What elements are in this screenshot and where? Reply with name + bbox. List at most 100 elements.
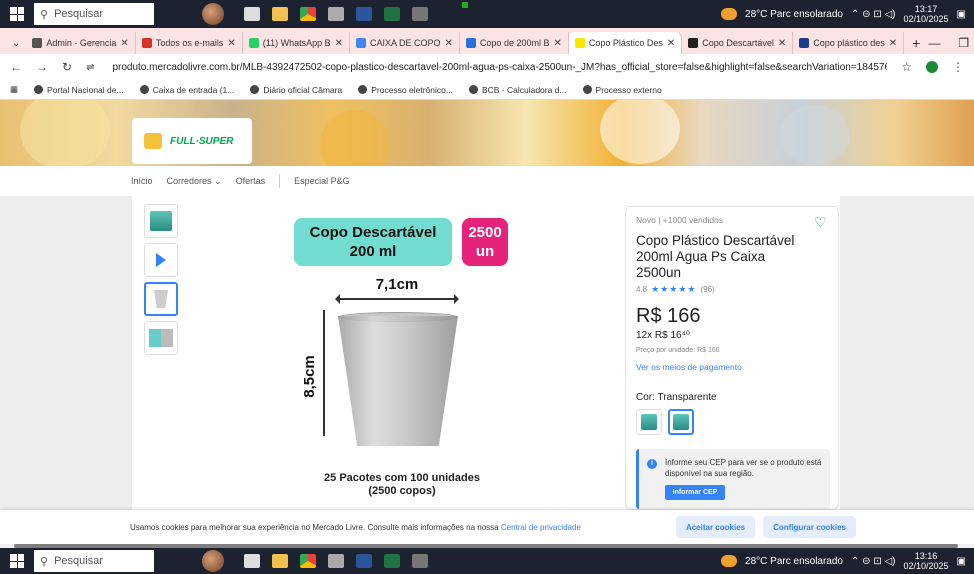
notification-indicator [462,2,468,8]
bookmark-star-icon[interactable]: ☆ [901,60,912,74]
browser-tab[interactable]: Todos os e-mails ✕ [136,32,243,54]
clock-bottom[interactable]: 13:16 02/10/2025 [904,551,949,571]
configure-cookies-button[interactable]: Configurar cookies [763,516,856,538]
tab-favicon-icon [799,38,810,48]
word-icon[interactable] [356,554,372,568]
tab-search-icon[interactable]: ⌄ [6,32,26,54]
browser-tab[interactable]: Copo Descartável ✕ [682,32,794,54]
file-explorer-icon[interactable] [272,554,288,568]
bookmark-item[interactable]: BCB - Calculadora d... [468,85,567,95]
weather-text[interactable]: 28°C Parc ensolarado [745,9,843,20]
selected-color: Transparente [657,392,717,403]
tab-close-icon[interactable]: ✕ [335,38,343,49]
chrome-icon[interactable] [300,554,316,568]
excel-icon[interactable] [384,554,400,568]
tray-icons[interactable]: ⌃ ⊝ ⊡ ◁) [851,9,896,20]
tab-close-icon[interactable]: ✕ [667,38,675,49]
color-swatch-transparente[interactable] [668,409,694,435]
taskbar-apps [244,7,428,21]
bookmark-item[interactable]: Caixa de entrada (1... [139,85,234,95]
subnav-inicio[interactable]: Início [131,176,153,186]
taskbar-avatar-icon-bottom[interactable] [202,550,224,572]
minimize-button[interactable]: — [928,36,940,50]
browser-tab[interactable]: (11) WhatsApp B ✕ [243,32,350,54]
privacy-link[interactable]: Central de privacidade [501,523,581,532]
weather-text[interactable]: 28°C Parc ensolarado [745,556,843,567]
thumbnail-video[interactable] [144,243,178,277]
bookmark-label: Diário oficial Câmara [263,84,343,95]
windows-start-button[interactable] [0,0,34,28]
app-icon[interactable] [328,554,344,568]
tray-icons[interactable]: ⌃ ⊝ ⊡ ◁) [851,556,896,567]
menu-icon[interactable]: ⋮ [952,60,964,74]
chrome-icon[interactable] [300,7,316,21]
task-view-icon[interactable] [244,7,260,21]
file-explorer-icon[interactable] [272,7,288,21]
store-brand-card[interactable]: FULL·SUPER [132,118,252,164]
browser-tab[interactable]: CAIXA DE COPO ✕ [350,32,460,54]
tab-label: Copo plástico des [813,38,885,48]
bookmark-item[interactable]: Diário oficial Câmara [250,85,342,95]
browser-tab[interactable]: Copo de 200ml B ✕ [460,32,569,54]
tab-close-icon[interactable]: ✕ [120,38,128,49]
width-dimension: 7,1cm [375,276,419,293]
accept-cookies-button[interactable]: Aceitar cookies [675,516,756,538]
apps-grid-icon[interactable]: ▦ [10,84,18,95]
weather-icon[interactable] [721,8,738,20]
tab-favicon-icon [465,38,476,48]
task-view-icon[interactable] [244,554,260,568]
address-bar-row: ← → ↻ ⇌ produto.mercadolivre.com.br/MLB-… [0,54,974,80]
back-icon[interactable]: ← [10,60,22,74]
subnav-especial[interactable]: Especial P&G [294,176,350,186]
browser-tab[interactable]: Copo plástico des ✕ [793,32,905,54]
taskbar-search[interactable]: ⚲ Pesquisar [34,3,154,25]
thumbnail-1[interactable] [144,204,178,238]
browser-tab[interactable]: Admin - Gerencia ✕ [26,32,136,54]
subnav-corredores[interactable]: Corredores ⌄ [167,176,222,187]
tab-close-icon[interactable]: ✕ [889,38,897,49]
rating[interactable]: 4.8 ★★★★★ (96) [636,284,828,295]
bookmark-item[interactable]: Processo externo [582,85,662,95]
tab-favicon-icon [688,38,699,48]
word-icon[interactable] [356,7,372,21]
subnav-ofertas[interactable]: Ofertas [236,176,266,186]
notifications-icon[interactable]: ▣ [957,556,966,567]
calculator-icon[interactable] [412,7,428,21]
profile-icon[interactable] [926,61,938,73]
calculator-icon[interactable] [412,554,428,568]
site-info-icon[interactable]: ⇌ [86,62,94,73]
url-field[interactable]: produto.mercadolivre.com.br/MLB-43924725… [108,57,887,77]
favorite-heart-icon[interactable]: ♡ [814,215,828,229]
bookmark-favicon-icon [468,85,478,94]
notifications-icon[interactable]: ▣ [957,9,966,20]
store-logo-icon [144,133,162,149]
bookmark-item[interactable]: Portal Nacional de... [34,85,124,95]
color-swatches [636,409,828,435]
thumbnail-3[interactable] [144,282,178,316]
tab-close-icon[interactable]: ✕ [553,38,561,49]
forward-icon[interactable]: → [36,60,48,74]
reload-icon[interactable]: ↻ [62,60,72,74]
tab-close-icon[interactable]: ✕ [778,38,786,49]
bookmark-label: Portal Nacional de... [47,84,124,95]
browser-tab[interactable]: Copo Plástico Des ✕ [568,32,683,54]
taskbar-search-bottom[interactable]: ⚲ Pesquisar [34,550,154,572]
clock[interactable]: 13:17 02/10/2025 [904,4,949,24]
weather-icon[interactable] [721,555,738,567]
informar-cep-button[interactable]: Informar CEP [665,485,725,500]
bookmark-item[interactable]: Processo eletrônico... [358,85,453,95]
bookmark-favicon-icon [582,85,592,94]
app-icon[interactable] [328,7,344,21]
new-tab-button[interactable]: + [904,32,928,54]
taskbar-avatar-icon[interactable] [202,3,224,25]
thumbnail-4[interactable] [144,321,178,355]
restore-button[interactable]: ❐ [958,36,969,50]
browser-tabbar: ⌄ Admin - Gerencia ✕ Todos os e-mails ✕ (11)… [0,28,974,54]
payment-methods-link[interactable]: Ver os meios de pagamento [636,362,828,372]
tab-close-icon[interactable]: ✕ [227,38,235,49]
tab-close-icon[interactable]: ✕ [445,38,453,49]
windows-start-button-bottom[interactable] [0,548,34,574]
color-swatch-1[interactable] [636,409,662,435]
excel-icon[interactable] [384,7,400,21]
product-image[interactable]: Copo Descartável 200 ml 2500 un 7,1cm 8,5c… [294,218,510,508]
